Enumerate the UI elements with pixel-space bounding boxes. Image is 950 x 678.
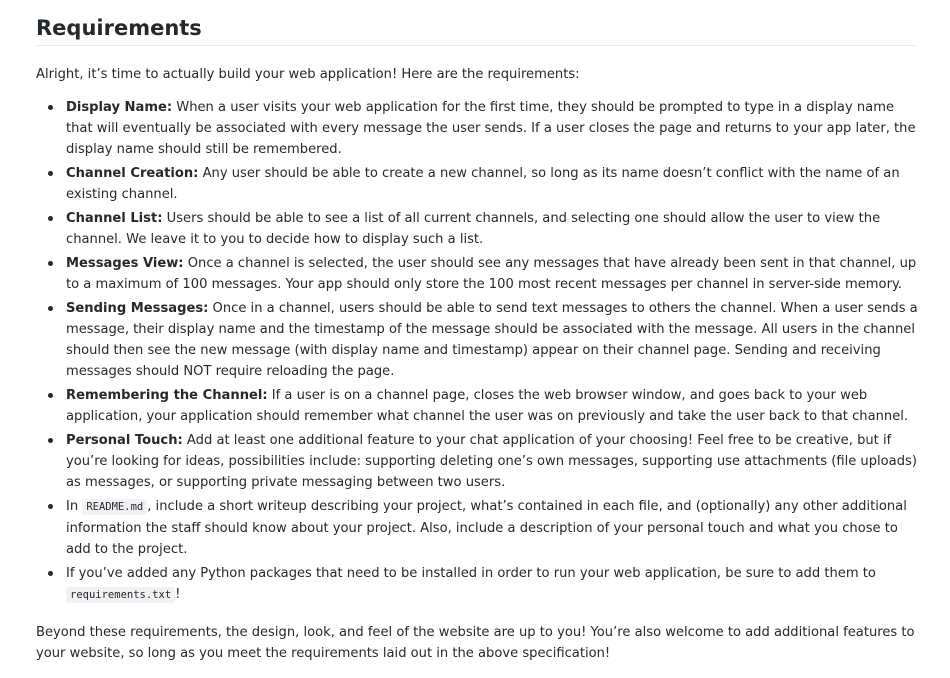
item-text: Users should be able to see a list of al… [66, 211, 881, 247]
item-text: Add at least one additional feature to y… [66, 433, 917, 490]
item-text: ! [175, 587, 181, 602]
requirements-filename-code: requirements.txt [66, 587, 176, 603]
term-label: Sending Messages: [66, 301, 209, 316]
list-item-python-packages: If you’ve added any Python packages that… [36, 563, 920, 606]
list-item-personal-touch: Personal Touch: Add at least one additio… [36, 430, 920, 493]
term-label: Remembering the Channel: [66, 388, 268, 403]
list-item-remembering-channel: Remembering the Channel: If a user is on… [36, 385, 920, 427]
term-label: Channel List: [66, 211, 163, 226]
list-item-display-name: Display Name: When a user visits your we… [36, 97, 920, 160]
section-heading: Requirements [36, 14, 918, 46]
item-text: When a user visits your web application … [66, 100, 916, 157]
readme-filename-code: README.md [82, 499, 148, 515]
item-text: If you’ve added any Python packages that… [66, 566, 876, 581]
term-label: Messages View: [66, 256, 184, 271]
closing-paragraph: Beyond these requirements, the design, l… [36, 625, 915, 661]
document-page: Requirements Alright, it’s time to actua… [0, 0, 950, 678]
item-text: , include a short writeup describing you… [66, 499, 907, 557]
term-label: Display Name: [66, 100, 173, 115]
list-item-channel-creation: Channel Creation: Any user should be abl… [36, 163, 920, 205]
list-item-channel-list: Channel List: Users should be able to se… [36, 208, 920, 250]
list-item-messages-view: Messages View: Once a channel is selecte… [36, 253, 920, 295]
term-label: Channel Creation: [66, 166, 199, 181]
intro-paragraph: Alright, it’s time to actually build you… [36, 67, 580, 82]
list-item-readme: In README.md, include a short writeup de… [36, 496, 920, 560]
list-item-sending-messages: Sending Messages: Once in a channel, use… [36, 298, 920, 382]
item-text: In [66, 499, 83, 514]
term-label: Personal Touch: [66, 433, 183, 448]
item-text: Once a channel is selected, the user sho… [66, 256, 917, 292]
requirements-list: Display Name: When a user visits your we… [36, 97, 920, 606]
